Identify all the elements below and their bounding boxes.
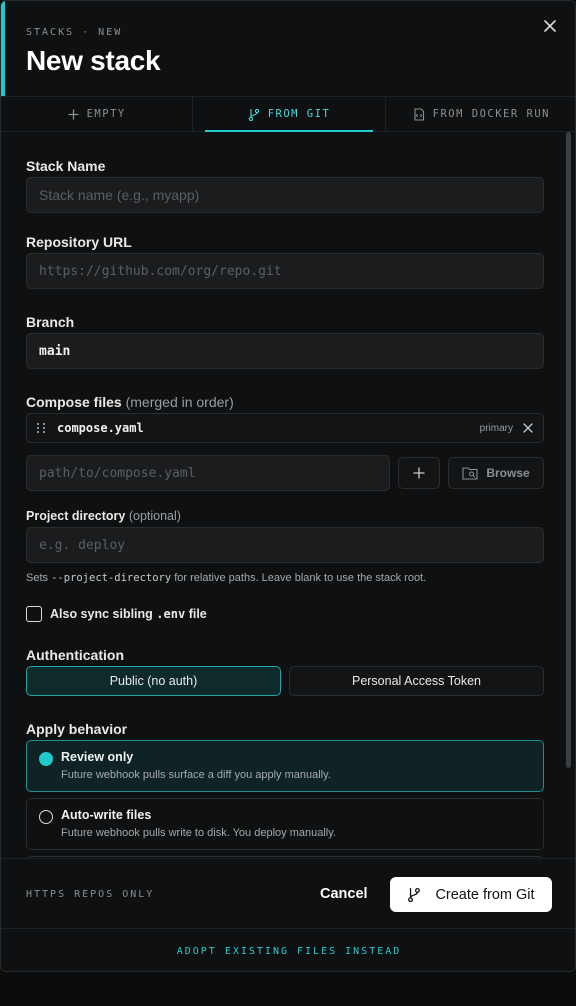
project-directory-input[interactable] — [26, 527, 544, 563]
sync-env-label: Also sync sibling .env file — [50, 607, 207, 621]
create-from-git-button[interactable]: Create from Git — [390, 877, 552, 912]
auth-token-button[interactable]: Personal Access Token — [289, 666, 544, 696]
tab-from-git[interactable]: FROM GIT — [193, 97, 386, 132]
https-only-note: HTTPS REPOS ONLY — [26, 889, 155, 900]
tab-label: FROM DOCKER RUN — [432, 108, 550, 120]
drag-handle-icon[interactable] — [37, 423, 47, 433]
browse-button[interactable]: Browse — [448, 457, 544, 489]
apply-auto-write-option[interactable]: Auto-write files Future webhook pulls wr… — [26, 798, 544, 850]
docker-run-icon — [414, 107, 424, 121]
option-description: Future webhook pulls surface a diff you … — [61, 769, 331, 781]
cancel-button[interactable]: Cancel — [320, 886, 368, 902]
sync-env-label-code: .env — [156, 607, 186, 621]
scrollbar[interactable] — [566, 132, 571, 768]
project-directory-label: Project directory (optional) — [26, 509, 181, 523]
option-title: Auto-write files — [61, 808, 152, 822]
source-tabs: EMPTY FROM GIT FROM DOCKER RUN — [1, 96, 575, 132]
branch-input[interactable] — [26, 333, 544, 369]
folder-search-icon — [462, 467, 478, 480]
radio-unselected-icon — [39, 810, 53, 824]
repository-url-input[interactable] — [26, 253, 544, 289]
radio-selected-icon — [39, 752, 53, 766]
git-branch-icon — [408, 887, 421, 902]
stack-name-label: Stack Name — [26, 158, 106, 174]
create-label: Create from Git — [435, 886, 535, 903]
compose-file-path-input[interactable] — [26, 455, 390, 491]
project-directory-label-suffix: (optional) — [128, 509, 181, 523]
hint-prefix: Sets — [26, 572, 49, 584]
close-button[interactable] — [539, 15, 561, 37]
branch-label: Branch — [26, 314, 75, 330]
page-title: New stack — [26, 45, 161, 76]
auth-public-button[interactable]: Public (no auth) — [26, 666, 281, 696]
apply-behavior-label: Apply behavior — [26, 721, 128, 737]
tab-from-docker-run[interactable]: FROM DOCKER RUN — [386, 97, 575, 131]
sync-env-label-prefix: Also sync sibling — [50, 607, 153, 621]
compose-files-label-suffix: (merged in order) — [125, 394, 234, 410]
browse-label: Browse — [486, 466, 530, 480]
dialog-header: STACKS · NEW New stack — [1, 1, 575, 96]
sync-env-checkbox[interactable] — [26, 606, 42, 622]
hint-suffix: for relative paths. Leave blank to use t… — [174, 572, 427, 584]
new-stack-dialog: STACKS · NEW New stack EMPTY FROM GIT FR… — [0, 0, 576, 972]
sync-env-checkbox-row[interactable]: Also sync sibling .env file — [26, 606, 207, 622]
tab-empty[interactable]: EMPTY — [1, 97, 194, 131]
option-description: Future webhook pulls write to disk. You … — [61, 827, 336, 839]
sync-env-label-suffix: file — [188, 607, 207, 621]
tab-label: EMPTY — [86, 108, 126, 120]
close-icon — [544, 20, 556, 32]
hint-code: --project-directory — [51, 572, 172, 584]
apply-review-only-option[interactable]: Review only Future webhook pulls surface… — [26, 740, 544, 792]
dialog-footer: HTTPS REPOS ONLY Cancel Create from Git — [1, 858, 575, 928]
repository-url-label: Repository URL — [26, 234, 132, 250]
git-branch-icon — [248, 108, 259, 121]
plus-icon — [413, 467, 425, 479]
plus-icon — [68, 109, 79, 119]
project-directory-hint: Sets --project-directory for relative pa… — [26, 572, 426, 584]
compose-files-label-text: Compose files — [26, 394, 122, 410]
compose-files-label: Compose files (merged in order) — [26, 394, 234, 410]
compose-file-name: compose.yaml — [57, 421, 144, 435]
project-directory-label-text: Project directory — [26, 509, 126, 523]
tab-label: FROM GIT — [267, 108, 331, 120]
primary-badge: primary — [479, 422, 513, 434]
form-body: Stack Name Repository URL Branch Compose… — [1, 132, 575, 858]
option-title: Review only — [61, 750, 134, 764]
remove-file-icon[interactable] — [523, 423, 533, 433]
add-compose-file-button[interactable] — [398, 457, 440, 489]
breadcrumb: STACKS · NEW — [26, 27, 123, 38]
authentication-label: Authentication — [26, 647, 124, 663]
adopt-existing-files-link[interactable]: ADOPT EXISTING FILES INSTEAD — [1, 928, 575, 971]
compose-file-item: compose.yaml primary — [26, 413, 544, 443]
stack-name-input[interactable] — [26, 177, 544, 213]
